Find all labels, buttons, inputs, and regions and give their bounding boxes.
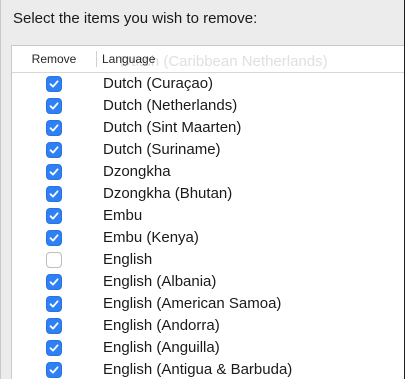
remove-checkbox[interactable] [46,142,62,158]
remove-checkbox[interactable] [46,274,62,290]
language-label: Dutch (Curaçao) [103,75,214,92]
table-row[interactable]: English (Anguilla) [12,337,404,359]
remove-languages-dialog: Select the items you wish to remove: Dut… [0,0,405,379]
table-row[interactable]: Dutch (Suriname) [12,139,404,161]
instruction-text: Select the items you wish to remove: [13,10,258,27]
checkmark-icon [49,168,59,176]
table-row[interactable]: English (Andorra) [12,315,404,337]
table-row[interactable]: Embu [12,205,404,227]
table-header: Dutch (Caribbean Netherlands) Remove Lan… [12,46,404,73]
table-row[interactable]: Embu (Kenya) [12,227,404,249]
checkmark-icon [49,124,59,132]
table-row[interactable]: English (Albania) [12,271,404,293]
remove-checkbox[interactable] [46,120,62,136]
checkmark-icon [49,234,59,242]
checkmark-icon [49,322,59,330]
table-row[interactable]: Dutch (Netherlands) [12,95,404,117]
remove-checkbox[interactable] [46,296,62,312]
checkmark-icon [49,146,59,154]
language-label: Embu (Kenya) [103,229,199,246]
checkmark-icon [49,212,59,220]
table-body: Dutch (Curaçao) Dutch (Netherlands) Dutch … [12,73,404,379]
checkmark-icon [49,278,59,286]
remove-checkbox[interactable] [46,164,62,180]
column-divider[interactable] [96,51,97,67]
table-row[interactable]: Dzongkha (Bhutan) [12,183,404,205]
remove-checkbox[interactable] [46,186,62,202]
remove-checkbox[interactable] [46,318,62,334]
checkmark-icon [49,80,59,88]
remove-checkbox[interactable] [46,362,62,378]
checkmark-icon [49,366,59,374]
remove-checkbox[interactable] [46,340,62,356]
language-label: Embu [103,207,143,224]
remove-column-header[interactable]: Remove [12,46,96,72]
checkmark-icon [49,300,59,308]
checkmark-icon [49,190,59,198]
table-row[interactable]: Dutch (Curaçao) [12,73,404,95]
language-label: English (Albania) [103,273,217,290]
table-row[interactable]: Dzongkha [12,161,404,183]
table-row[interactable]: English (American Samoa) [12,293,404,315]
table-row[interactable]: English [12,249,404,271]
language-label: English (Antigua & Barbuda) [103,361,293,378]
language-label: Dutch (Sint Maarten) [103,119,242,136]
checkmark-icon [49,344,59,352]
language-label: Dutch (Netherlands) [103,97,238,114]
table-row[interactable]: Dutch (Sint Maarten) [12,117,404,139]
language-label: Dzongkha [103,163,171,180]
language-label: English (Anguilla) [103,339,220,356]
remove-checkbox[interactable] [46,76,62,92]
language-label: English (American Samoa) [103,295,282,312]
remove-checkbox[interactable] [46,230,62,246]
language-label: Dzongkha (Bhutan) [103,185,233,202]
language-label: English (Andorra) [103,317,220,334]
language-label: Dutch (Suriname) [103,141,221,158]
languages-table[interactable]: Dutch (Caribbean Netherlands) Remove Lan… [11,45,404,379]
remove-checkbox[interactable] [46,208,62,224]
checkmark-icon [49,102,59,110]
language-column-header[interactable]: Language [102,46,155,72]
remove-checkbox[interactable] [46,98,62,114]
table-row[interactable]: English (Antigua & Barbuda) [12,359,404,379]
remove-checkbox[interactable] [46,252,62,268]
language-label: English [103,251,153,268]
